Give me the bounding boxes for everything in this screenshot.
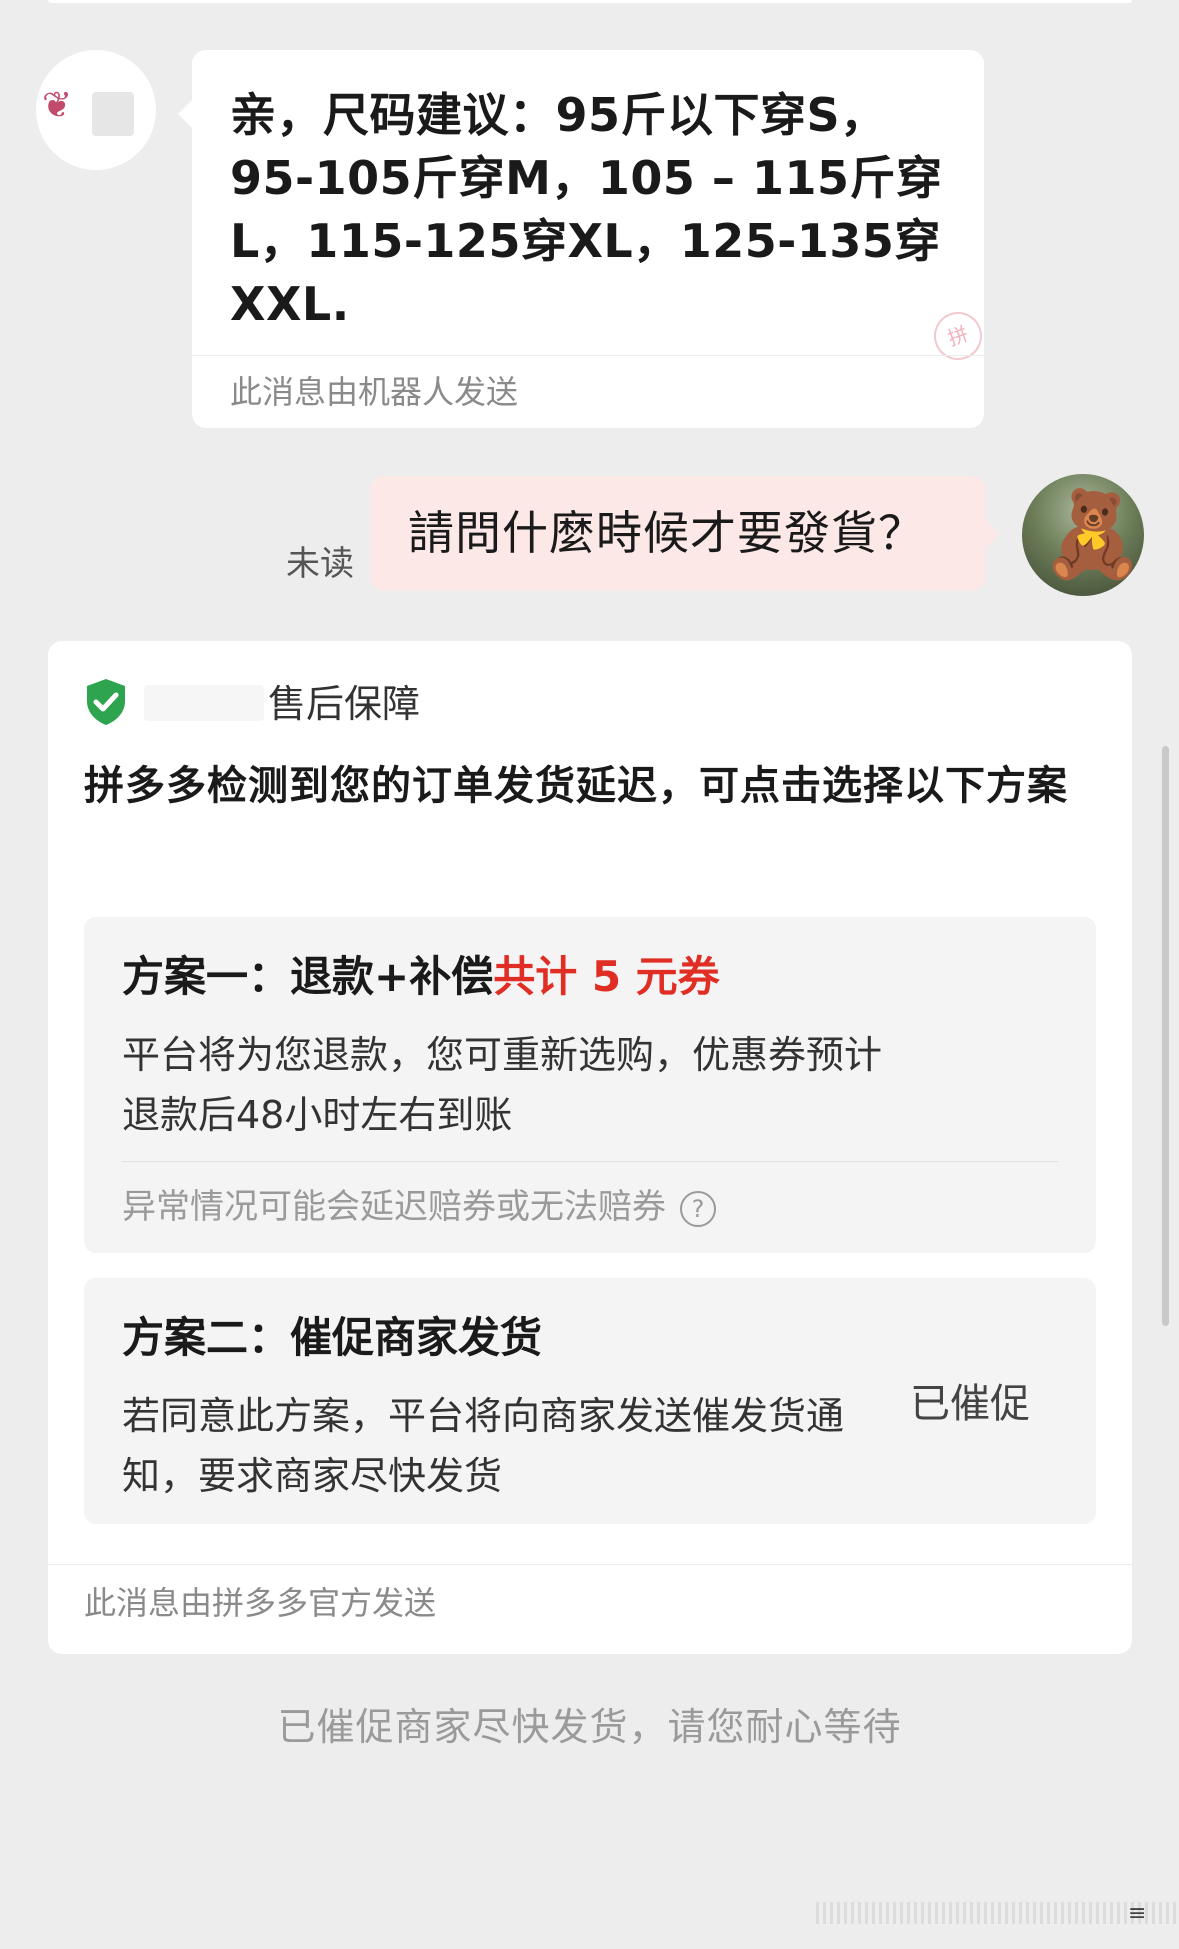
- user-message-text: 請問什麼時候才要發貨？: [408, 506, 925, 560]
- plan-two-status: 已催促: [910, 1381, 1030, 1427]
- plan-two-body: 若同意此方案，平台将向商家发送催发货通知，要求商家尽快发货: [122, 1394, 845, 1498]
- official-footer: 此消息由拼多多官方发送: [84, 1584, 437, 1622]
- plan-two-option[interactable]: 方案二：催促商家发货 若同意此方案，平台将向商家发送催发货通知，要求商家尽快发货…: [84, 1278, 1096, 1524]
- plan-one-option[interactable]: 方案一：退款+补偿共计 5 元券 平台将为您退款，您可重新选购，优惠券预计退款后…: [84, 917, 1096, 1253]
- question-circle-icon[interactable]: ?: [680, 1190, 716, 1227]
- seller-name-blur: [92, 92, 134, 136]
- teddy-bear-icon: 🧸: [1040, 485, 1144, 583]
- scrollbar[interactable]: [1162, 746, 1169, 1326]
- plan-one-title: 方案一：退款+补偿共计 5 元券: [122, 949, 720, 1005]
- system-notice: 已催促商家尽快发货，请您耐心等待: [277, 1705, 902, 1749]
- plan-one-note: 异常情况可能会延迟赔券或无法赔券?: [122, 1183, 716, 1231]
- shop-name-blur: [144, 685, 264, 721]
- watermark-strip: [816, 1902, 1176, 1924]
- plan-one-note-text: 异常情况可能会延迟赔券或无法赔券: [122, 1187, 666, 1227]
- plan-one-separator: [122, 1161, 1058, 1162]
- seller-message-text: 亲，尺码建议：95斤以下穿S，95-105斤穿M，105 – 115斤穿L，11…: [230, 88, 943, 331]
- plan-one-body: 平台将为您退款，您可重新选购，优惠券预计退款后48小时左右到账: [122, 1033, 883, 1137]
- seller-message-bubble[interactable]: 亲，尺码建议：95斤以下穿S，95-105斤穿M，105 – 115斤穿L，11…: [178, 50, 989, 428]
- plan-one-coupon-highlight: 共计 5 元券: [493, 952, 720, 1001]
- user-avatar[interactable]: 🧸: [1022, 474, 1144, 596]
- menu-lines-icon: ≡: [1128, 1901, 1147, 1926]
- card-divider: [48, 1564, 1132, 1565]
- plan-two-title: 方案二：催促商家发货: [122, 1313, 543, 1362]
- robot-footer: 此消息由机器人发送: [230, 373, 519, 411]
- seller-logo-icon: ❦: [42, 85, 73, 126]
- unread-status: 未读: [286, 544, 354, 584]
- seller-avatar[interactable]: ❦: [36, 50, 156, 170]
- user-message-bubble[interactable]: 請問什麼時候才要發貨？: [370, 476, 1000, 591]
- previous-card-edge: [48, 0, 1132, 3]
- delay-description: 拼多多检测到您的订单发货延迟，可点击选择以下方案: [84, 763, 1068, 809]
- shield-check-icon: [87, 679, 125, 725]
- bubble-divider: [192, 355, 984, 356]
- plan-one-title-main: 方案一：退款+补偿: [122, 952, 494, 1001]
- guarantee-label: 售后保障: [268, 682, 421, 726]
- after-sales-card: 售后保障 拼多多检测到您的订单发货延迟，可点击选择以下方案 方案一：退款+补偿共…: [48, 641, 1132, 1654]
